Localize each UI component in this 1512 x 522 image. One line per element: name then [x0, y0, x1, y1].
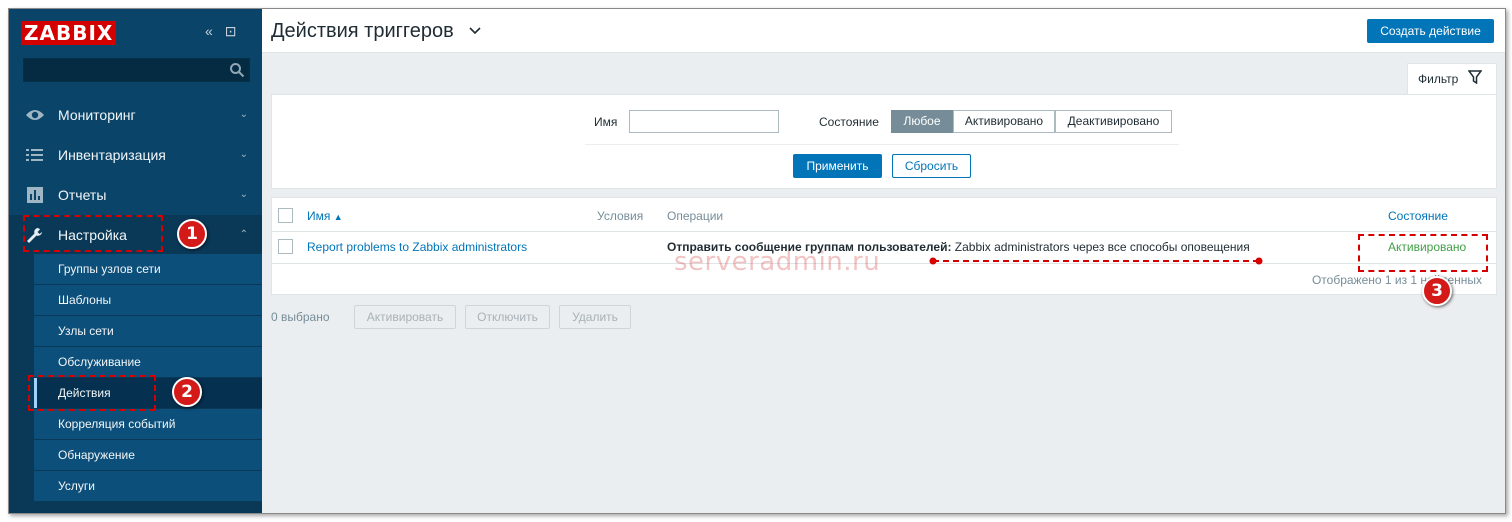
- chevron-down-icon: ⌄: [239, 189, 248, 200]
- chevron-up-icon: ⌃: [239, 229, 248, 240]
- select-all-checkbox[interactable]: [278, 208, 293, 223]
- app-window: ZABBIX « ⊡ Мониторинг ⌄ Инвентаризация ⌄…: [8, 8, 1506, 514]
- bar-chart-icon: [27, 187, 43, 203]
- submenu-event-correlation[interactable]: Корреляция событий: [34, 409, 262, 439]
- chevron-down-icon: ⌄: [239, 149, 248, 160]
- create-action-button[interactable]: Создать действие: [1367, 19, 1494, 43]
- collapse-sidebar-icon[interactable]: «: [205, 23, 213, 39]
- submenu-host-groups[interactable]: Группы узлов сети: [34, 254, 262, 284]
- table-paging-info: Отображено 1 из 1 найденных: [1311, 273, 1482, 287]
- reset-filter-button[interactable]: Сбросить: [892, 154, 971, 178]
- mass-disable-button[interactable]: Отключить: [465, 305, 550, 329]
- mass-enable-button[interactable]: Активировать: [354, 305, 456, 329]
- submenu-hosts[interactable]: Узлы сети: [34, 316, 262, 346]
- column-header-name[interactable]: Имя ▲: [307, 209, 343, 223]
- menu-inventory[interactable]: Инвентаризация ⌄: [9, 135, 262, 175]
- zabbix-logo[interactable]: ZABBIX: [21, 21, 117, 45]
- state-disabled-button[interactable]: Деактивировано: [1055, 110, 1172, 133]
- search-icon[interactable]: [229, 62, 245, 78]
- list-icon: [26, 149, 43, 161]
- mass-delete-button[interactable]: Удалить: [559, 305, 631, 329]
- submenu-discovery[interactable]: Обнаружение: [34, 440, 262, 470]
- filter-tab-label: Фильтр: [1418, 72, 1459, 86]
- menu-reports[interactable]: Отчеты ⌄: [9, 175, 262, 215]
- menu-inventory-label: Инвентаризация: [58, 147, 166, 163]
- main-content: Действия триггеров Создать действие Филь…: [262, 9, 1505, 513]
- annotation-badge-3: 3: [1422, 276, 1452, 306]
- watermark-text: serveradmin.ru: [674, 247, 881, 277]
- chevron-down-icon: ⌄: [239, 109, 248, 120]
- sidebar-search-input[interactable]: [23, 58, 250, 82]
- annotation-box-status: [1358, 234, 1488, 272]
- operation-detail: Zabbix administrators через все способы …: [954, 240, 1250, 254]
- annotation-badge-1: 1: [177, 219, 207, 249]
- eye-icon: [26, 110, 44, 120]
- chevron-down-icon[interactable]: [469, 27, 481, 35]
- kiosk-mode-icon[interactable]: ⊡: [225, 23, 237, 39]
- filter-name-label: Имя: [594, 115, 618, 129]
- row-separator: [272, 263, 1496, 264]
- filter-state-label: Состояние: [819, 115, 879, 129]
- annotation-badge-2: 2: [172, 377, 202, 407]
- page-header: Действия триггеров Создать действие: [262, 9, 1505, 53]
- actions-table: Имя ▲ Условия Операции Состояние Report …: [271, 197, 1497, 295]
- column-header-name-text: Имя: [307, 209, 331, 223]
- column-header-conditions: Условия: [597, 209, 644, 223]
- row-checkbox[interactable]: [278, 239, 293, 254]
- page-title[interactable]: Действия триггеров: [271, 20, 454, 43]
- sort-ascending-icon: ▲: [333, 212, 343, 222]
- submenu-templates[interactable]: Шаблоны: [34, 285, 262, 315]
- annotation-box-actions: [28, 375, 156, 411]
- state-enabled-button[interactable]: Активировано: [953, 110, 1055, 133]
- menu-reports-label: Отчеты: [58, 187, 107, 203]
- annotation-underline: [929, 257, 1263, 265]
- filter-divider: [585, 144, 1179, 145]
- filter-panel: Имя Состояние Любое Активировано Деактив…: [271, 94, 1497, 189]
- filter-funnel-icon: [1468, 70, 1482, 84]
- column-header-status[interactable]: Состояние: [1388, 209, 1448, 223]
- sidebar-controls: « ⊡: [205, 23, 244, 40]
- annotation-box-configuration: [23, 215, 163, 252]
- submenu-maintenance[interactable]: Обслуживание: [34, 347, 262, 377]
- menu-monitoring[interactable]: Мониторинг ⌄: [9, 95, 262, 135]
- submenu-services[interactable]: Услуги: [34, 471, 262, 501]
- menu-monitoring-label: Мониторинг: [58, 107, 136, 123]
- apply-filter-button[interactable]: Применить: [793, 154, 882, 178]
- selected-count: 0 выбрано: [271, 310, 330, 324]
- action-name-link[interactable]: Report problems to Zabbix administrators: [307, 240, 527, 254]
- filter-tab[interactable]: Фильтр: [1407, 63, 1497, 95]
- filter-name-input[interactable]: [629, 110, 779, 133]
- state-any-button[interactable]: Любое: [891, 110, 953, 133]
- column-header-operations: Операции: [667, 209, 724, 223]
- sidebar: ZABBIX « ⊡ Мониторинг ⌄ Инвентаризация ⌄…: [9, 9, 262, 513]
- header-separator: [272, 231, 1496, 232]
